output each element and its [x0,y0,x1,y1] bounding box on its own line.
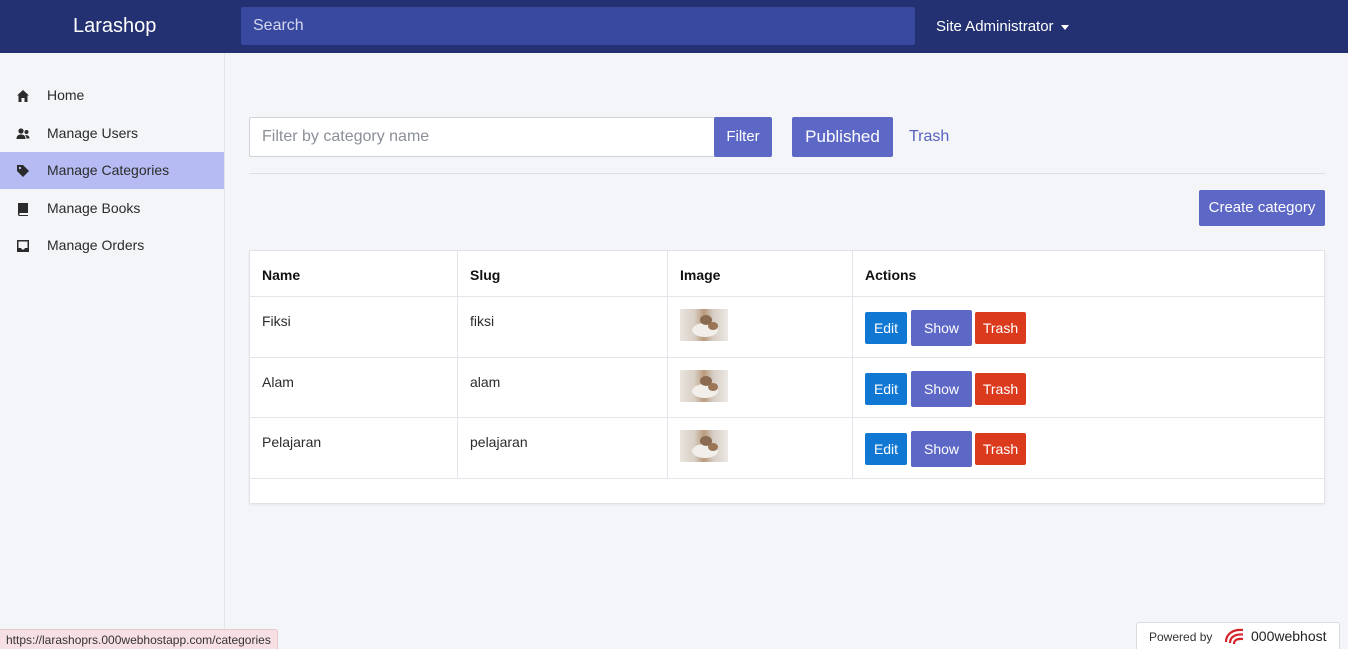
chevron-down-icon [1060,25,1069,30]
cell-slug: fiksi [470,313,495,329]
sidebar-item-books[interactable]: Manage Books [0,190,224,227]
header-actions: Actions [865,267,917,283]
trash-button[interactable]: Trash [975,433,1026,465]
trash-button[interactable]: Trash [975,373,1026,405]
edit-button[interactable]: Edit [865,433,907,465]
filter-button[interactable]: Filter [714,117,772,157]
trash-link[interactable]: Trash [909,128,949,146]
column-divider [667,251,668,479]
book-icon [17,203,28,216]
category-image [680,430,728,462]
show-button[interactable]: Show [911,371,972,407]
row-divider [250,417,1324,418]
sidebar-item-categories[interactable]: Manage Categories [0,152,224,189]
sidebar-item-users[interactable]: Manage Users [0,115,224,152]
cell-name: Alam [262,374,294,390]
powered-by-badge[interactable]: Powered by 000webhost [1136,622,1340,649]
user-menu-label: Site Administrator [936,18,1054,35]
cell-slug: alam [470,374,501,390]
column-divider [852,251,853,479]
status-bar-url: https://larashoprs.000webhostapp.com/cat… [0,629,278,649]
user-menu-dropdown[interactable]: Site Administrator [936,18,1069,35]
row-divider [250,357,1324,358]
inbox-icon [17,240,29,252]
edit-button[interactable]: Edit [865,373,907,405]
sidebar: Home Manage Users Manage Categories Mana… [0,53,225,649]
powered-by-label: Powered by [1149,630,1213,644]
sidebar-item-label: Home [47,87,85,103]
sidebar-item-label: Manage Orders [47,237,145,253]
sidebar-item-home[interactable]: Home [0,77,224,114]
row-divider [250,296,1324,297]
header-slug: Slug [470,267,501,283]
tag-icon [17,165,29,177]
show-button[interactable]: Show [911,431,972,467]
top-navbar: Larashop Search Site Administrator [0,0,1348,53]
host-logo-icon [1224,628,1244,645]
users-icon [16,128,30,139]
sidebar-item-label: Manage Books [47,200,141,216]
trash-button[interactable]: Trash [975,312,1026,344]
sidebar-item-orders[interactable]: Manage Orders [0,227,224,264]
filter-category-input[interactable]: Filter by category name [249,117,715,157]
sidebar-item-label: Manage Users [47,125,139,141]
header-image: Image [680,267,721,283]
cell-name: Pelajaran [262,434,322,450]
cell-name: Fiksi [262,313,291,329]
header-name: Name [262,267,301,283]
search-input[interactable]: Search [241,7,915,45]
column-divider [457,251,458,479]
row-divider [250,478,1324,479]
published-button[interactable]: Published [792,117,893,157]
category-image [680,309,728,341]
brand-logo[interactable]: Larashop [73,15,156,38]
create-category-button[interactable]: Create category [1199,190,1325,226]
host-brand-label: 000webhost [1251,628,1327,644]
home-icon [17,90,29,102]
cell-slug: pelajaran [470,434,528,450]
sidebar-item-label: Manage Categories [47,162,170,178]
category-image [680,370,728,402]
show-button[interactable]: Show [911,310,972,346]
divider [249,173,1325,174]
edit-button[interactable]: Edit [865,312,907,344]
categories-table: Name Slug Image Actions Fiksi fiksi Edit… [249,250,1325,504]
